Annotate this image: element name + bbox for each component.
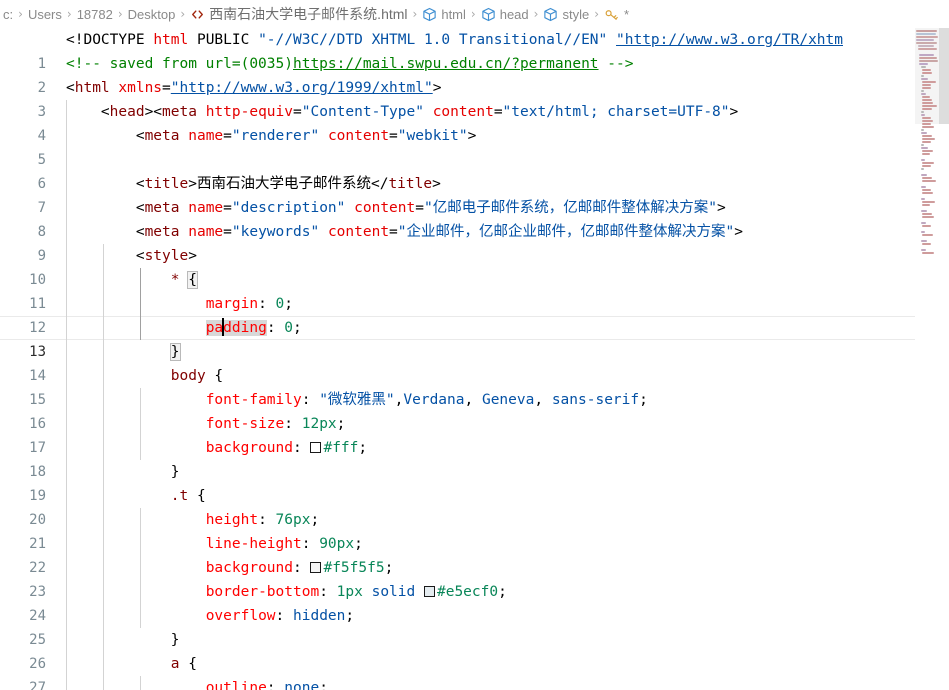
code-line[interactable]: 15 body { xyxy=(0,364,949,408)
color-swatch[interactable] xyxy=(310,442,322,453)
line-content: } xyxy=(170,632,180,648)
line-content: <meta name="keywords" content="企业邮件，亿邮企业… xyxy=(135,224,743,240)
code-line[interactable]: 5 <meta name="renderer" content="webkit"… xyxy=(0,124,949,168)
color-swatch[interactable] xyxy=(423,586,435,597)
line-content: margin: 0; xyxy=(205,296,294,312)
code-line[interactable]: 9 <meta name="keywords" content="企业邮件，亿邮… xyxy=(0,220,949,264)
line-content: border-bottom: 1px solid #e5ecf0; xyxy=(205,584,507,600)
code-line[interactable]: 26 } xyxy=(0,628,949,672)
breadcrumb-separator: › xyxy=(533,7,539,21)
breadcrumb-label: 18782 xyxy=(76,6,113,22)
line-content: <meta name="description" content="亿邮电子邮件… xyxy=(135,200,726,216)
line-content: * { xyxy=(170,271,198,289)
line-content: <title>西南石油大学电子邮件系统</title> xyxy=(135,176,441,192)
code-line[interactable]: 19 } xyxy=(0,460,949,504)
breadcrumb-item-style[interactable]: style xyxy=(542,7,590,22)
breadcrumb-item-18782[interactable]: 18782 xyxy=(76,7,114,22)
line-content: font-family: "微软雅黑",Verdana, Geneva, san… xyxy=(205,392,648,408)
breadcrumb-trailing-marker: * xyxy=(624,6,630,22)
html-file-icon xyxy=(190,7,205,22)
code-line[interactable]: 20 .t { xyxy=(0,484,949,528)
line-content: .t { xyxy=(170,488,206,504)
line-content: height: 76px; xyxy=(205,512,320,528)
breadcrumb-separator: › xyxy=(412,7,418,21)
code-line[interactable]: 3 <html xmlns="http://www.w3.org/1999/xh… xyxy=(0,76,949,120)
line-content: line-height: 90px; xyxy=(205,536,363,552)
symbol-cube-icon xyxy=(543,7,558,22)
code-line[interactable]: 16 font-family: "微软雅黑",Verdana, Geneva, … xyxy=(0,388,949,432)
line-content: background: #f5f5f5; xyxy=(205,560,394,576)
breadcrumb-label: head xyxy=(499,6,529,22)
word-occurrence-highlight: padding xyxy=(205,318,267,336)
symbol-key-icon xyxy=(604,7,620,22)
breadcrumb-item-drive[interactable]: c: xyxy=(2,7,14,22)
line-content: a { xyxy=(170,656,197,672)
code-line[interactable]: 6 xyxy=(0,148,949,192)
code-line[interactable]: 10 <style> xyxy=(0,244,949,288)
breadcrumb-label: Users xyxy=(27,6,62,22)
symbol-cube-icon xyxy=(422,7,437,22)
line-content: background: #fff; xyxy=(205,440,368,456)
breadcrumb-label: c: xyxy=(3,6,14,22)
code-line[interactable]: 11 * { xyxy=(0,268,949,312)
breadcrumb: c: › Users › 18782 › Desktop › 西南石油大学电子邮… xyxy=(0,0,949,28)
code-line[interactable]: 12 margin: 0; xyxy=(0,292,949,336)
code-line[interactable]: 2 <!-- saved from url=(0035)https://mail… xyxy=(0,52,949,96)
line-content: outline: none; xyxy=(205,680,328,690)
breadcrumb-separator: › xyxy=(470,7,476,21)
line-content: <!-- saved from url=(0035)https://mail.s… xyxy=(66,56,634,72)
breadcrumb-item-desktop[interactable]: Desktop xyxy=(127,7,177,22)
line-content: } xyxy=(170,464,180,480)
breadcrumb-label: html xyxy=(441,6,466,22)
breadcrumb-separator: › xyxy=(18,7,23,21)
symbol-cube-icon xyxy=(481,7,496,22)
breadcrumb-separator: › xyxy=(66,7,72,21)
code-line[interactable]: 8 <meta name="description" content="亿邮电子… xyxy=(0,196,949,240)
line-content: body { xyxy=(170,368,224,384)
breadcrumb-label: Desktop xyxy=(127,6,176,22)
code-editor[interactable]: 1 <!DOCTYPE html PUBLIC "-//W3C//DTD XHT… xyxy=(0,28,949,690)
code-line[interactable]: 18 background: #fff; xyxy=(0,436,949,480)
code-line[interactable]: 7 <title>西南石油大学电子邮件系统</title> xyxy=(0,172,949,216)
color-swatch[interactable] xyxy=(310,562,322,573)
line-content: <head><meta http-equiv="Content-Type" co… xyxy=(100,104,739,120)
line-content: } xyxy=(169,343,181,361)
code-content[interactable]: 1 <!DOCTYPE html PUBLIC "-//W3C//DTD XHT… xyxy=(0,28,949,690)
breadcrumb-item-head[interactable]: head xyxy=(480,7,530,22)
line-content: padding: 0; xyxy=(205,318,302,336)
breadcrumb-item-selector[interactable]: * xyxy=(603,7,630,22)
code-line[interactable]: 17 font-size: 12px; xyxy=(0,412,949,456)
breadcrumb-item-users[interactable]: Users xyxy=(27,7,63,22)
code-line[interactable]: 23 background: #f5f5f5; xyxy=(0,556,949,600)
minimap[interactable] xyxy=(915,28,939,690)
line-content: font-size: 12px; xyxy=(205,416,346,432)
code-line[interactable]: 1 <!DOCTYPE html PUBLIC "-//W3C//DTD XHT… xyxy=(0,28,949,72)
code-line[interactable]: 24 border-bottom: 1px solid #e5ecf0; xyxy=(0,580,949,624)
line-content: <html xmlns="http://www.w3.org/1999/xhtm… xyxy=(66,80,442,96)
breadcrumb-item-file[interactable]: 西南石油大学电子邮件系统.html xyxy=(189,4,408,24)
line-content: overflow: hidden; xyxy=(205,608,355,624)
breadcrumb-label: 西南石油大学电子邮件系统.html xyxy=(209,6,408,22)
code-line[interactable]: 14 } xyxy=(0,340,949,384)
line-content: <!DOCTYPE html PUBLIC "-//W3C//DTD XHTML… xyxy=(66,32,843,48)
breadcrumb-separator: › xyxy=(594,7,599,21)
breadcrumb-separator: › xyxy=(117,7,123,21)
breadcrumb-item-html[interactable]: html xyxy=(421,7,467,22)
breadcrumb-label: style xyxy=(562,6,590,22)
line-content: <style> xyxy=(135,248,197,264)
code-line[interactable]: 21 height: 76px; xyxy=(0,508,949,552)
line-content: <meta name="renderer" content="webkit"> xyxy=(135,128,477,144)
code-line[interactable]: 27 a { xyxy=(0,652,949,690)
breadcrumb-separator: › xyxy=(180,7,186,21)
overview-ruler xyxy=(939,28,949,690)
code-line[interactable]: 25 overflow: hidden; xyxy=(0,604,949,648)
code-line-active[interactable]: 13 padding: 0; xyxy=(0,316,949,360)
code-line[interactable]: 22 line-height: 90px; xyxy=(0,532,949,576)
code-line[interactable]: 4 <head><meta http-equiv="Content-Type" … xyxy=(0,100,949,144)
code-line[interactable]: 28 outline: none; xyxy=(0,676,949,690)
